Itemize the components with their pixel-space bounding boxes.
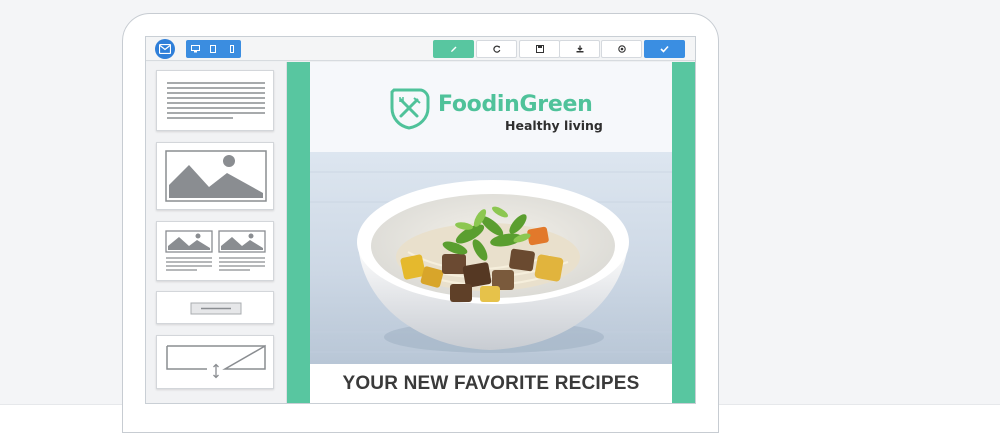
text-block[interactable] <box>156 70 274 131</box>
confirm-button[interactable] <box>644 40 685 58</box>
edit-icon <box>450 46 456 52</box>
brand-header: FoodinGreen Healthy living <box>390 86 610 133</box>
noodle-bowl-photo <box>310 171 672 353</box>
download-icon <box>576 45 583 53</box>
mobile-icon <box>229 45 234 53</box>
brand-name: FoodinGreen <box>438 92 593 117</box>
brand-tagline: Healthy living <box>505 118 603 133</box>
edit-button[interactable] <box>433 40 474 58</box>
device-view-switcher <box>186 40 241 58</box>
button-shape-icon <box>190 302 242 315</box>
two-images-icon <box>165 230 266 271</box>
download-button[interactable] <box>559 40 600 58</box>
refresh-button[interactable] <box>476 40 517 58</box>
tablet-view-button[interactable] <box>204 40 222 58</box>
spacer-icon <box>166 344 266 379</box>
spacer-block[interactable] <box>156 335 274 389</box>
check-icon <box>660 45 669 53</box>
desktop-view-button[interactable] <box>186 40 204 58</box>
image-icon <box>165 150 267 202</box>
two-images-text-block[interactable] <box>156 221 274 281</box>
email-canvas: FoodinGreen Healthy living YOUR NEW FAVO… <box>287 62 695 403</box>
email-template[interactable]: FoodinGreen Healthy living YOUR NEW FAVO… <box>310 62 672 403</box>
refresh-icon <box>492 45 500 53</box>
image-block[interactable] <box>156 142 274 210</box>
desktop-icon <box>190 45 200 53</box>
email-headline: YOUR NEW FAVORITE RECIPES <box>310 364 672 403</box>
save-draft-button[interactable] <box>519 40 560 58</box>
editor-toolbar <box>146 37 695 61</box>
fork-knife-shield-icon <box>390 88 430 130</box>
save-icon <box>535 45 544 53</box>
preview-button[interactable] <box>601 40 642 58</box>
app-logo-icon <box>155 39 175 59</box>
tablet-icon <box>210 45 217 53</box>
mobile-view-button[interactable] <box>223 40 241 58</box>
email-builder-screen: FoodinGreen Healthy living YOUR NEW FAVO… <box>145 36 696 404</box>
hero-food-image <box>310 152 672 364</box>
button-block[interactable] <box>156 291 274 324</box>
text-lines-icon <box>167 82 265 119</box>
content-blocks-panel <box>146 62 287 403</box>
preview-icon <box>617 45 626 53</box>
